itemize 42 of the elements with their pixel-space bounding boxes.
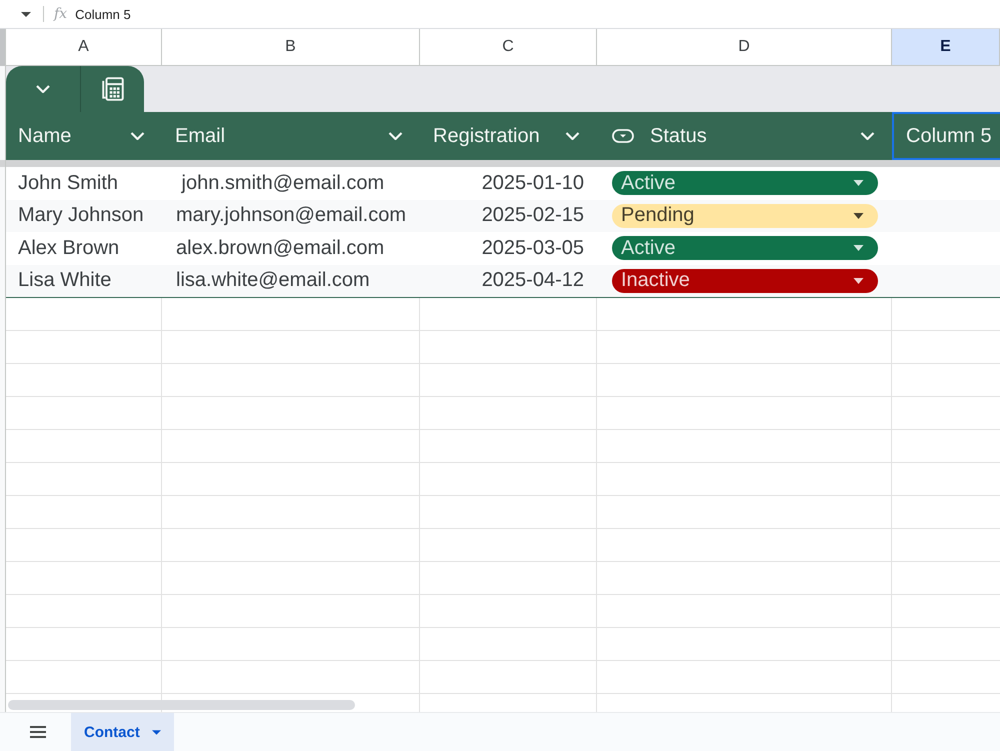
column-header[interactable]: Name	[6, 112, 162, 160]
column-letter[interactable]: B	[162, 29, 420, 65]
column-letter[interactable]: C	[420, 29, 597, 65]
table-cell-text: John Smith	[17, 170, 120, 196]
column-header[interactable]: Email	[162, 112, 420, 160]
caret-icon	[853, 278, 864, 284]
horizontal-scrollbar[interactable]	[8, 700, 355, 710]
chevron-down-icon	[36, 85, 50, 93]
calculator-icon	[100, 76, 126, 102]
caret-icon	[853, 180, 864, 186]
column-header[interactable]: Registration	[420, 112, 597, 160]
caret-icon	[853, 245, 864, 252]
table-cell-text: Lisa White	[17, 268, 112, 294]
column-letter[interactable]: E	[892, 29, 1000, 65]
chevron-down-icon[interactable]	[860, 132, 875, 140]
dropdown-chip-icon	[612, 129, 634, 143]
table-cell-text: 2025-01-10	[480, 170, 585, 196]
formula-field[interactable]: Column 5	[75, 6, 131, 22]
status-chip[interactable]: Active	[612, 171, 878, 196]
chevron-down-icon[interactable]	[388, 132, 403, 140]
caret-icon	[853, 212, 864, 219]
chevron-down-icon[interactable]	[565, 132, 580, 140]
table-cell-text: 2025-03-05	[480, 236, 585, 261]
table-cell-text: mary.johnson@email.com	[175, 203, 408, 228]
caret-icon[interactable]	[21, 12, 31, 16]
table-cell-text: lisa.white@email.com	[175, 268, 371, 294]
table-cell-text: john.smith@email.com	[180, 170, 386, 196]
table-cell-text: 2025-02-15	[480, 203, 585, 228]
menu-icon	[30, 726, 46, 738]
table-cell-text: Mary Johnson	[17, 203, 145, 228]
table-cell-text: 2025-04-12	[480, 268, 585, 294]
column-letter[interactable]: A	[6, 29, 162, 65]
status-chip[interactable]: Inactive	[612, 268, 878, 293]
table-cell-text: Alex Brown	[17, 236, 120, 261]
column-header[interactable]: Status	[597, 112, 892, 160]
status-chip[interactable]: Pending	[612, 204, 878, 228]
sheet-tab[interactable]: Contact	[71, 713, 174, 751]
caret-icon	[152, 730, 161, 734]
table-cell-text: alex.brown@email.com	[175, 236, 386, 261]
chevron-down-icon[interactable]	[130, 132, 145, 140]
status-chip[interactable]: Active	[612, 236, 878, 260]
function-label: fx	[54, 6, 68, 22]
